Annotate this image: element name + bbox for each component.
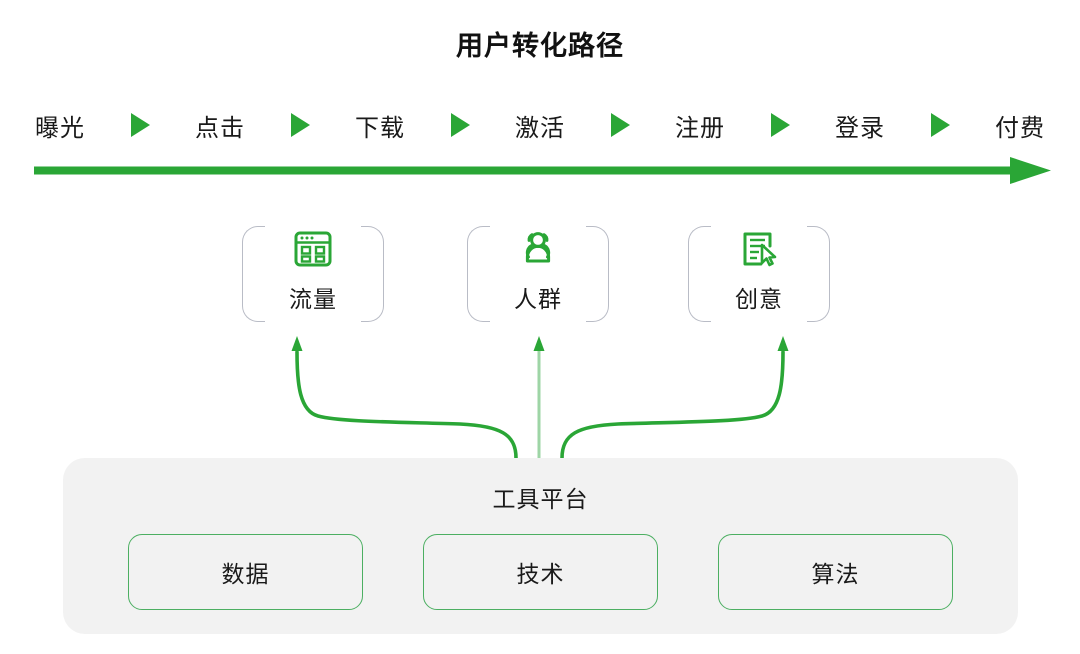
browser-grid-icon — [238, 224, 388, 274]
funnel-step-1: 点击 — [195, 114, 245, 142]
platform-items-row: 数据 技术 算法 — [128, 534, 953, 610]
funnel-step-5: 登录 — [835, 114, 885, 142]
straight-up-arrow-icon — [533, 336, 545, 458]
platform-title: 工具平台 — [492, 486, 589, 512]
triangle-right-icon — [290, 113, 310, 137]
document-cursor-icon — [684, 224, 834, 274]
triangle-right-icon — [610, 113, 630, 137]
triangle-right-icon — [770, 113, 790, 137]
pillar-card-creative[interactable]: 创意 — [684, 224, 834, 322]
tool-platform-panel: 工具平台 数据 技术 算法 — [63, 458, 1018, 634]
long-right-arrow-icon — [34, 157, 1051, 184]
page-title: 用户转化路径 — [456, 31, 624, 61]
curved-up-arrow-right-icon — [560, 336, 789, 460]
diagram-canvas: 用户转化路径 曝光 点击 下载 激活 注册 登录 付费 流量 人群 创意 工具平… — [0, 0, 1080, 654]
funnel-step-3: 激活 — [515, 114, 565, 142]
platform-item-technology[interactable]: 技术 — [423, 534, 658, 610]
connector-arrows — [291, 336, 789, 460]
triangle-right-icon — [130, 113, 150, 137]
platform-item-algorithm[interactable]: 算法 — [718, 534, 953, 610]
pillar-card-traffic[interactable]: 流量 — [238, 224, 388, 322]
pillar-label-traffic: 流量 — [289, 286, 337, 312]
triangle-right-icon — [450, 113, 470, 137]
curved-up-arrow-left-icon — [291, 336, 518, 460]
people-group-icon — [463, 224, 613, 274]
funnel-step-4: 注册 — [675, 114, 725, 142]
funnel-step-6: 付费 — [995, 114, 1045, 142]
funnel-steps-row: 曝光 点击 下载 激活 注册 登录 付费 — [35, 104, 1045, 146]
funnel-step-2: 下载 — [355, 114, 405, 142]
platform-item-data[interactable]: 数据 — [128, 534, 363, 610]
pillar-label-audience: 人群 — [514, 286, 562, 312]
triangle-right-icon — [930, 113, 950, 137]
funnel-step-0: 曝光 — [35, 114, 85, 142]
pillar-card-audience[interactable]: 人群 — [463, 224, 613, 322]
pillar-label-creative: 创意 — [735, 286, 783, 312]
